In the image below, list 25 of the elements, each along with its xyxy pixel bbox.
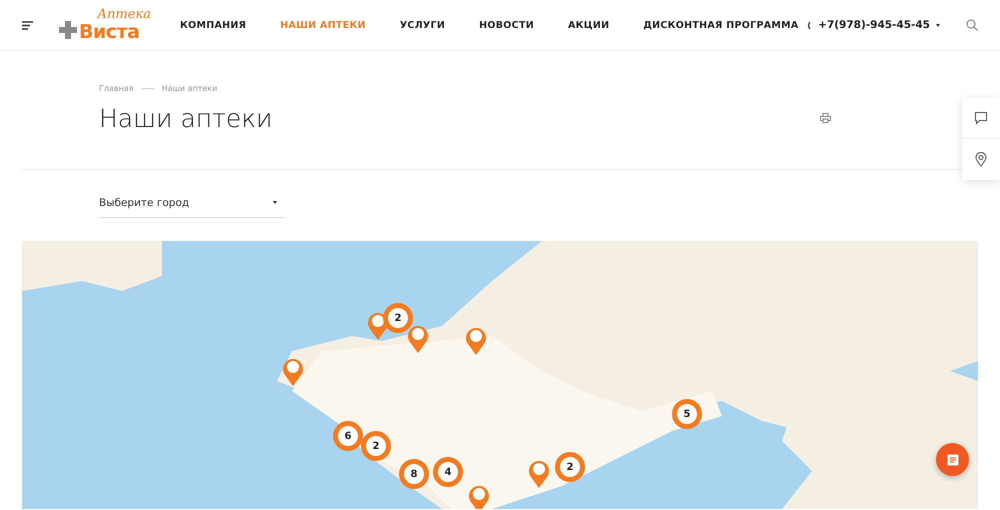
phone-icon — [806, 20, 812, 30]
page-title: Наши аптеки — [99, 104, 273, 132]
nav-link[interactable]: КОМПАНИЯ — [180, 20, 246, 30]
phone-link[interactable]: +7(978)-945-45-45 — [806, 19, 940, 31]
nav-link[interactable]: АКЦИИ — [568, 20, 610, 30]
nav-link[interactable]: НОВОСТИ — [479, 20, 534, 30]
map-pin-icon[interactable] — [281, 356, 305, 386]
menu-icon[interactable] — [22, 20, 33, 30]
chat-icon[interactable] — [962, 98, 1000, 139]
cross-icon — [59, 21, 77, 39]
current-page-label: Наши аптеки — [162, 84, 218, 93]
nav-link[interactable]: ДИСКОНТНАЯ ПРОГРАММА — [643, 20, 799, 30]
nav-link[interactable]: УСЛУГИ — [400, 20, 446, 30]
map-cluster-marker[interactable]: 2 — [383, 303, 413, 333]
location-icon[interactable] — [962, 139, 1000, 180]
map[interactable]: 2 6 2 8 4 5 2 — [22, 241, 978, 509]
printer-icon[interactable] — [820, 113, 831, 123]
map-pin-icon[interactable] — [467, 483, 491, 509]
document-icon — [946, 454, 958, 466]
map-pin-icon[interactable] — [464, 325, 488, 355]
map-pin-icon[interactable] — [527, 458, 551, 488]
map-cluster-marker[interactable]: 6 — [333, 421, 363, 451]
city-select[interactable]: Выберите город — [99, 192, 285, 218]
search-icon[interactable] — [966, 19, 978, 31]
map-pin-icon[interactable] — [406, 323, 430, 353]
